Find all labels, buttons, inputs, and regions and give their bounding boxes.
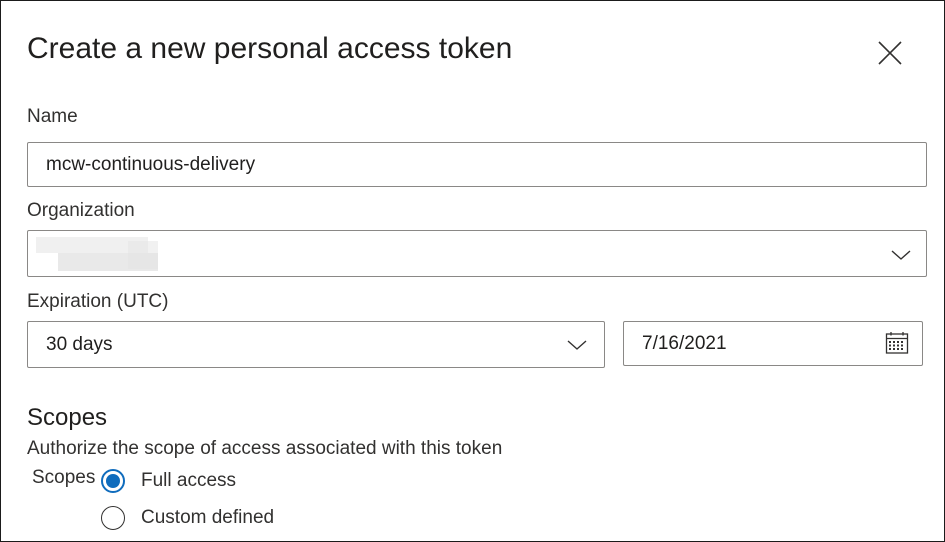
create-token-dialog: Create a new personal access token Name …: [0, 0, 945, 542]
radio-button-checked[interactable]: [101, 469, 125, 493]
expiration-date-input[interactable]: 7/16/2021: [623, 321, 923, 366]
organization-dropdown[interactable]: [27, 230, 927, 277]
close-icon: [878, 41, 902, 65]
chevron-down-icon: [891, 250, 911, 260]
dialog-title: Create a new personal access token: [27, 32, 513, 65]
scopes-heading: Scopes: [27, 404, 108, 431]
radio-custom-defined[interactable]: Custom defined: [101, 505, 274, 531]
organization-label: Organization: [27, 200, 135, 221]
radio-label-full-access: Full access: [141, 470, 237, 491]
expiration-date-value: 7/16/2021: [642, 332, 727, 354]
name-label: Name: [27, 106, 78, 127]
radio-full-access[interactable]: Full access: [101, 468, 236, 494]
close-button[interactable]: [871, 34, 909, 72]
name-input[interactable]: mcw-continuous-delivery: [27, 142, 927, 187]
scopes-description: Authorize the scope of access associated…: [27, 438, 503, 459]
chevron-down-icon: [567, 340, 587, 350]
expiration-dropdown[interactable]: 30 days: [27, 321, 605, 368]
expiration-selected: 30 days: [46, 333, 113, 355]
radio-button[interactable]: [101, 506, 125, 530]
scopes-group-label: Scopes: [32, 467, 96, 488]
calendar-icon[interactable]: [885, 331, 909, 355]
name-input-value: mcw-continuous-delivery: [46, 153, 256, 175]
radio-label-custom-defined: Custom defined: [141, 507, 275, 528]
expiration-label: Expiration (UTC): [27, 291, 169, 312]
